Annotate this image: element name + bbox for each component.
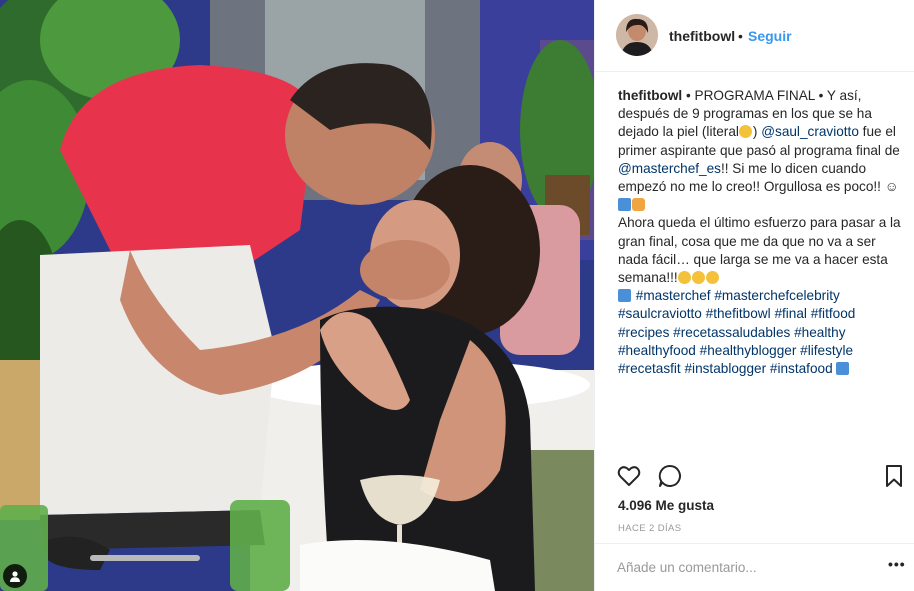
play-emoji-icon (618, 289, 631, 303)
hashtag-link[interactable]: #recipes (618, 325, 669, 340)
hashtag-link[interactable]: #healthyfood (618, 343, 696, 358)
hashtag-link[interactable]: #thefitbowl (706, 306, 771, 321)
hashtag-link[interactable]: #healthy (794, 325, 845, 340)
hashtag-link[interactable]: #masterchef (636, 288, 711, 303)
follow-button[interactable]: Seguir (748, 28, 792, 44)
avatar[interactable] (616, 14, 658, 56)
hashtag-link[interactable]: #final (774, 306, 807, 321)
hashtag-link[interactable]: #recetassaludables (673, 325, 790, 340)
heart-icon[interactable] (616, 463, 642, 489)
comment-bar: ••• (595, 543, 914, 591)
comment-bubble-icon[interactable] (657, 463, 683, 489)
comment-input[interactable] (617, 557, 867, 577)
tongue-emoji-icon (738, 125, 752, 139)
back-arrow-emoji-icon (836, 362, 850, 376)
caption-text-4: Ahora queda el último esfuerzo para pasa… (618, 215, 901, 286)
mention-saul-craviotto[interactable]: @saul_craviotto (761, 124, 859, 139)
hashtag-link[interactable]: #fitfood (811, 306, 856, 321)
grin-sweat-emoji-icon (691, 271, 705, 285)
mention-masterchef[interactable]: @masterchef_es (618, 161, 721, 176)
grin-sweat-emoji-icon (705, 271, 719, 285)
bookmark-icon[interactable] (881, 463, 907, 489)
user-tag-icon[interactable] (3, 564, 27, 588)
post-caption: thefitbowl • PROGRAMA FINAL • Y así, des… (618, 87, 902, 378)
top-emoji-icon (618, 198, 631, 212)
hashtag-link[interactable]: #masterchefcelebrity (714, 288, 839, 303)
person-glyph (10, 571, 20, 582)
caption-username[interactable]: thefitbowl (618, 88, 682, 103)
hashtag-link[interactable]: #instablogger (685, 361, 767, 376)
separator-dot: • (738, 28, 743, 44)
hashtag-link[interactable]: #instafood (770, 361, 833, 376)
grin-sweat-emoji-icon (677, 271, 691, 285)
username-link[interactable]: thefitbowl (669, 28, 735, 44)
caption-close-paren: ) (752, 124, 762, 140)
hashtag-link[interactable]: #lifestyle (800, 343, 853, 358)
photo-scene (0, 0, 594, 591)
hashtag-link[interactable]: #saulcraviotto (618, 306, 702, 321)
post-header: thefitbowl • Seguir (595, 0, 914, 72)
post-side-panel: thefitbowl • Seguir thefitbowl • PROGRAM… (594, 0, 914, 591)
post-actions (595, 455, 914, 497)
more-options-button[interactable]: ••• (888, 556, 906, 572)
post-photo[interactable] (0, 0, 594, 591)
hashtag-link[interactable]: #recetasfit (618, 361, 681, 376)
post-timestamp[interactable]: HACE 2 DÍAS (618, 523, 682, 534)
like-count[interactable]: 4.096 Me gusta (618, 498, 714, 513)
raised-hands-emoji-icon (632, 198, 645, 212)
avatar-image (616, 14, 658, 56)
hashtag-link[interactable]: #healthyblogger (700, 343, 797, 358)
